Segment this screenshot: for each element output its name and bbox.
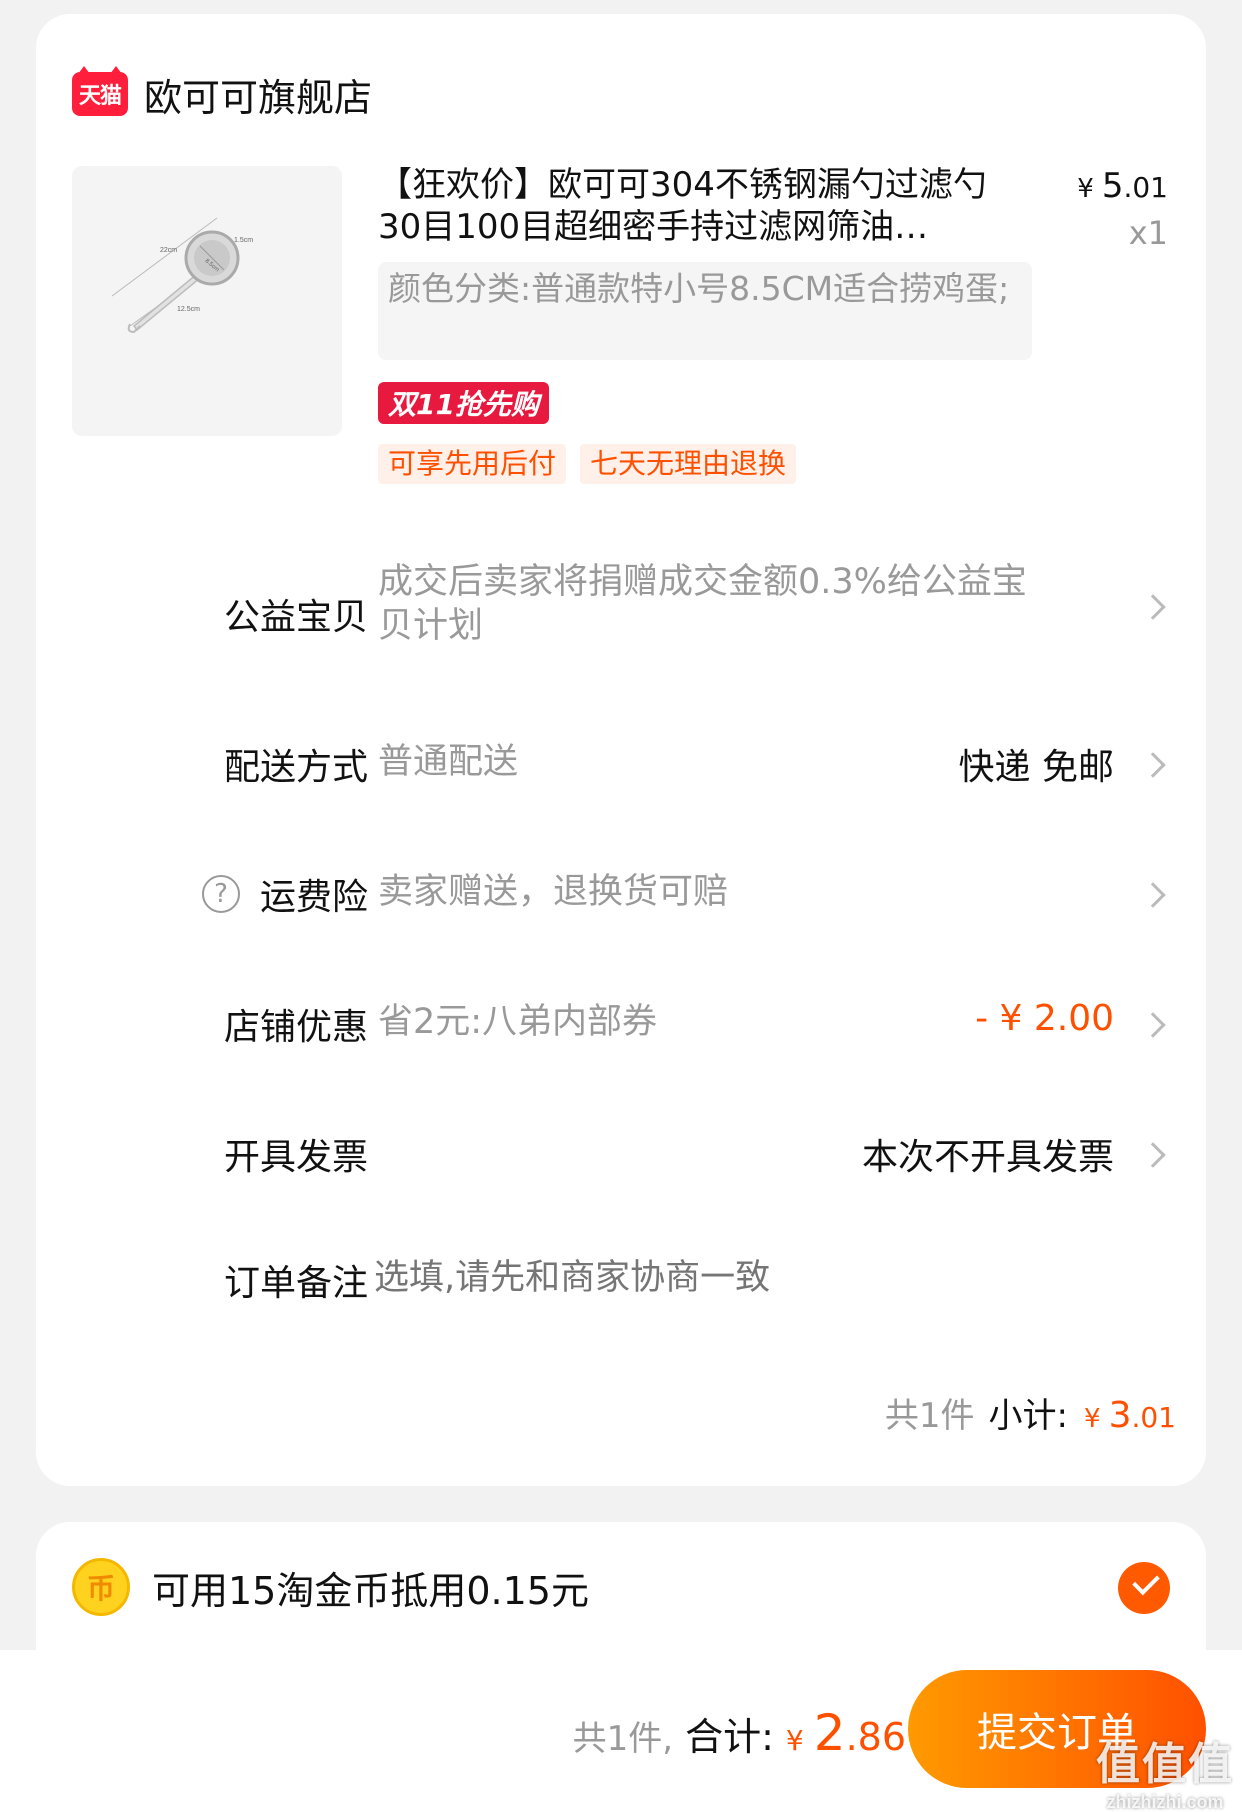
pay-later-tag: 可享先用后付	[378, 444, 567, 484]
image-label-depth: 1.5cm	[234, 237, 253, 244]
price-currency: ¥	[1077, 174, 1094, 204]
order-total: 共1件, 合计: ¥2.86	[573, 1704, 906, 1762]
discount-amount: - ¥ 2.00	[975, 998, 1114, 1039]
subtotal-dec: .01	[1131, 1401, 1176, 1434]
shop-name[interactable]: 欧可可旗舰店	[144, 67, 372, 122]
chevron-right-icon	[1140, 594, 1166, 620]
watermark: 值值值 zhizhizhi.com	[1096, 1728, 1234, 1812]
shop-order-card: 天猫 欧可可旗舰店 22cm 8.5cm 1.5cm 12.5cm 【狂欢价】欧…	[36, 14, 1206, 1486]
tmall-logo-icon: 天猫	[72, 66, 128, 116]
coin-deduction-text: 可用15淘金币抵用0.15元	[152, 1569, 589, 1613]
order-note-input[interactable]	[374, 1250, 1134, 1306]
double11-promo-badge: 双11抢先购	[378, 382, 549, 424]
taobao-coin-icon: 币	[72, 1558, 130, 1616]
subtotal: 共1件 小计: ¥3.01	[885, 1388, 1176, 1437]
seven-day-return-tag: 七天无理由退换	[580, 444, 797, 484]
product-title[interactable]: 【狂欢价】欧可可304不锈钢漏勺过滤勺30目100目超细密手持过滤网筛油…	[378, 164, 1018, 248]
charity-label: 公益宝贝	[223, 597, 368, 638]
tmall-logo-text: 天猫	[78, 84, 122, 109]
subtotal-count: 共1件	[884, 1396, 975, 1436]
subtotal-currency: ¥	[1084, 1404, 1101, 1434]
product-quantity: x1	[1128, 214, 1168, 252]
insurance-label-wrap: ? 运费险	[201, 868, 368, 920]
delivery-row[interactable]: 配送方式 普通配送 快递 免邮	[36, 734, 1206, 794]
help-question-icon[interactable]: ?	[201, 875, 240, 913]
discount-label: 店铺优惠	[223, 1007, 368, 1048]
delivery-value: 普通配送	[378, 742, 519, 782]
chevron-right-icon	[1140, 1012, 1166, 1038]
total-currency: ¥	[785, 1724, 804, 1757]
delivery-method: 快递 免邮	[958, 747, 1114, 788]
price-integer: 5	[1101, 166, 1124, 206]
chevron-right-icon	[1140, 1142, 1166, 1168]
watermark-sub: zhizhizhi.com	[1106, 1792, 1224, 1812]
product-image[interactable]: 22cm 8.5cm 1.5cm 12.5cm	[72, 166, 342, 436]
image-label-handle: 12.5cm	[177, 306, 200, 313]
shop-discount-row[interactable]: 店铺优惠 省2元:八弟内部券 - ¥ 2.00	[36, 994, 1206, 1054]
checkout-bar: 共1件, 合计: ¥2.86 提交订单	[0, 1650, 1242, 1812]
invoice-status: 本次不开具发票	[861, 1137, 1114, 1178]
chevron-right-icon	[1140, 882, 1166, 908]
shipping-insurance-row[interactable]: ? 运费险 卖家赠送，退换货可赔	[36, 864, 1206, 924]
image-label-length: 22cm	[160, 247, 177, 254]
product-price: ¥5.01	[1077, 166, 1168, 206]
subtotal-label: 小计:	[988, 1396, 1069, 1436]
discount-value: 省2元:八弟内部券	[378, 1002, 658, 1042]
chevron-right-icon	[1140, 752, 1166, 778]
checkmark-checked-icon[interactable]	[1118, 1562, 1170, 1614]
total-count: 共1件,	[572, 1719, 674, 1759]
insurance-label: 运费险	[259, 877, 368, 918]
order-note-label: 订单备注	[223, 1263, 368, 1304]
charity-row[interactable]: 公益宝贝 成交后卖家将捐赠成交金额0.3%给公益宝贝计划	[36, 560, 1206, 660]
charity-value: 成交后卖家将捐赠成交金额0.3%给公益宝贝计划	[378, 562, 1027, 646]
subtotal-int: 3	[1108, 1395, 1132, 1436]
insurance-value: 卖家赠送，退换货可赔	[378, 872, 729, 912]
invoice-label: 开具发票	[223, 1137, 368, 1178]
price-decimal: .01	[1123, 171, 1168, 204]
strainer-illustration-icon: 22cm 8.5cm 1.5cm 12.5cm	[111, 217, 253, 334]
subtotal-amount: ¥3.01	[1084, 1395, 1176, 1436]
total-dec: .86	[845, 1715, 906, 1759]
invoice-row[interactable]: 开具发票 本次不开具发票	[36, 1124, 1206, 1184]
delivery-label: 配送方式	[223, 747, 368, 788]
watermark-main: 值值值	[1096, 1739, 1234, 1790]
sku-selector[interactable]: 颜色分类:普通款特小号8.5CM适合捞鸡蛋;	[378, 262, 1032, 360]
order-note-row: 订单备注	[36, 1250, 1206, 1310]
total-int: 2	[813, 1704, 846, 1762]
total-label: 合计:	[685, 1715, 774, 1759]
shop-header[interactable]: 天猫 欧可可旗舰店	[72, 64, 372, 124]
service-tags: 可享先用后付 七天无理由退换	[378, 444, 797, 484]
